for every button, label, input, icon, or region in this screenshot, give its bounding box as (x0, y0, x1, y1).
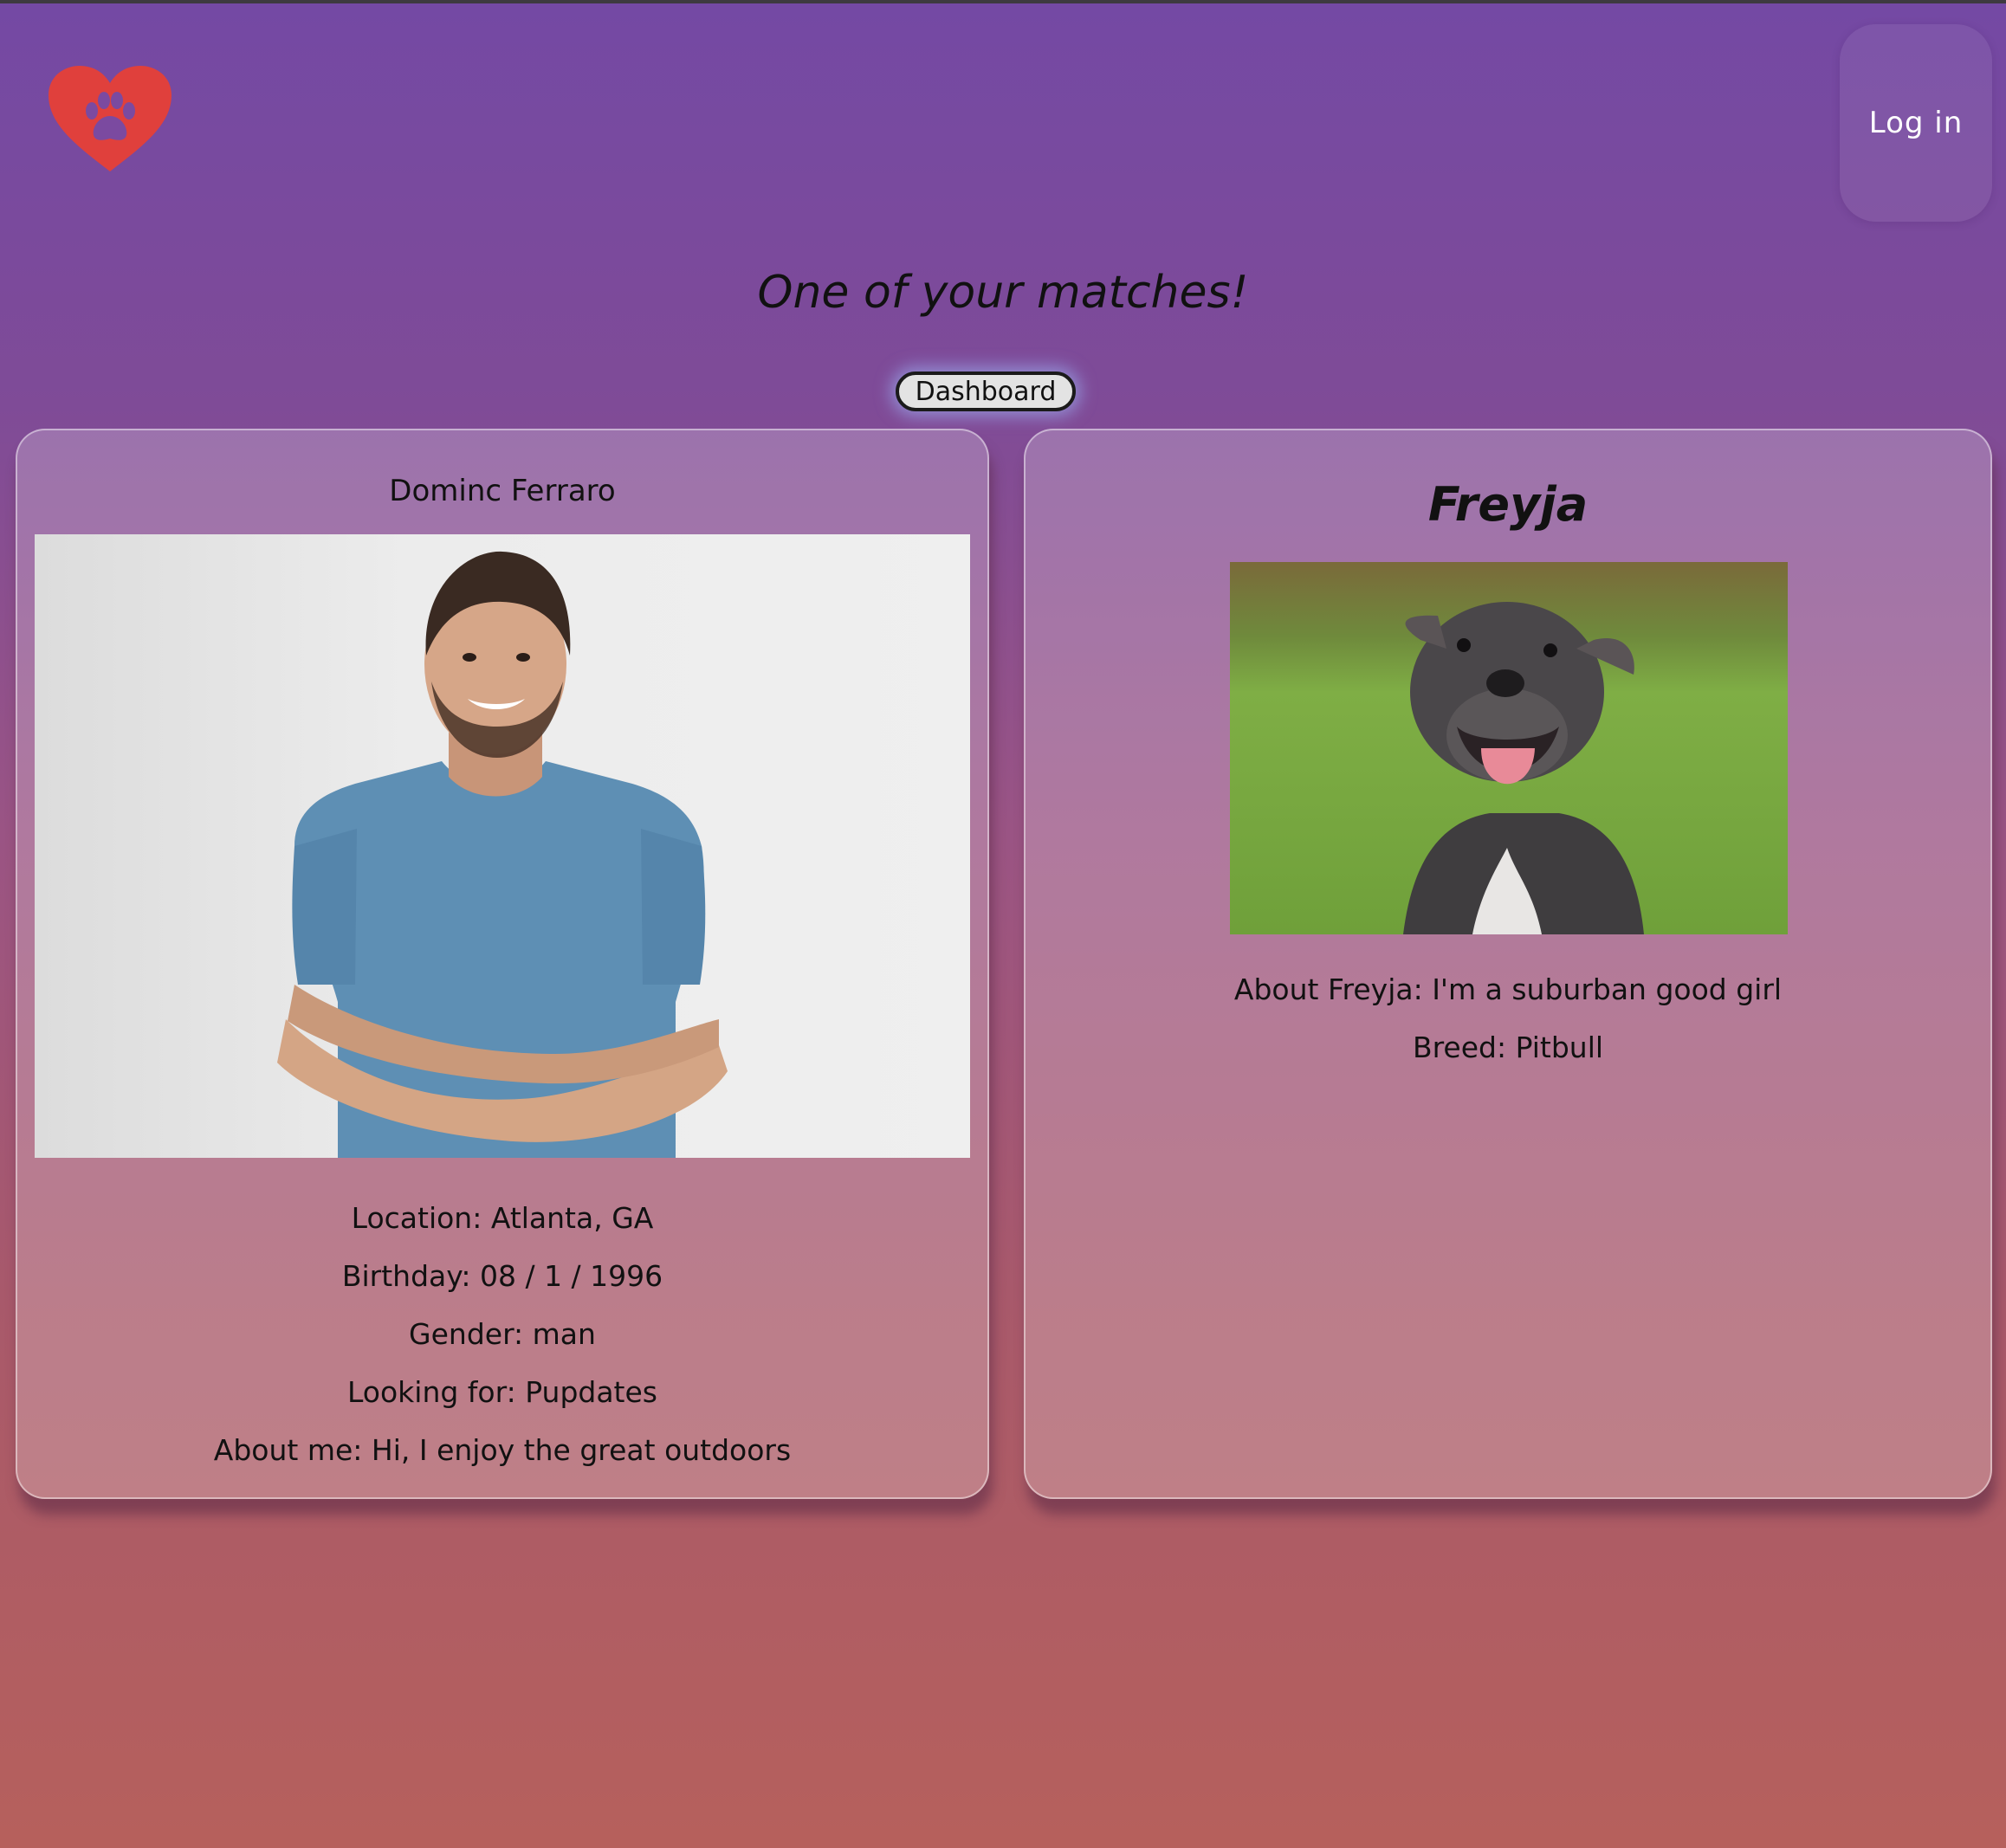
pet-profile-card: Freyja About Freyja: I'm a suburban good… (1024, 429, 1992, 1499)
user-name: Dominc Ferraro (389, 474, 616, 508)
user-details: Location: Atlanta, GA Birthday: 08 / 1 /… (17, 1189, 987, 1479)
login-button[interactable]: Log in (1840, 24, 1992, 222)
pet-details: About Freyja: I'm a suburban good girl B… (1026, 960, 1990, 1076)
pet-about: About Freyja: I'm a suburban good girl (1233, 972, 1783, 1006)
user-gender: Gender: man (409, 1317, 596, 1351)
user-profile-card: Dominc Ferraro Location: Atlanta, GA Bir… (16, 429, 989, 1499)
user-location: Location: Atlanta, GA (351, 1201, 654, 1235)
page-title: One of your matches! (757, 267, 1249, 319)
pet-name: Freyja (1427, 477, 1589, 532)
pet-photo (1230, 562, 1788, 934)
user-birthday: Birthday: 08 / 1 / 1996 (341, 1259, 663, 1293)
pet-breed: Breed: Pitbull (1412, 1031, 1604, 1064)
user-photo (35, 534, 970, 1158)
dashboard-button[interactable]: Dashboard (896, 372, 1076, 411)
heart-paw-icon[interactable] (47, 64, 173, 175)
user-about: About me: Hi, I enjoy the great outdoors (213, 1433, 792, 1467)
user-looking-for: Looking for: Pupdates (346, 1375, 657, 1409)
